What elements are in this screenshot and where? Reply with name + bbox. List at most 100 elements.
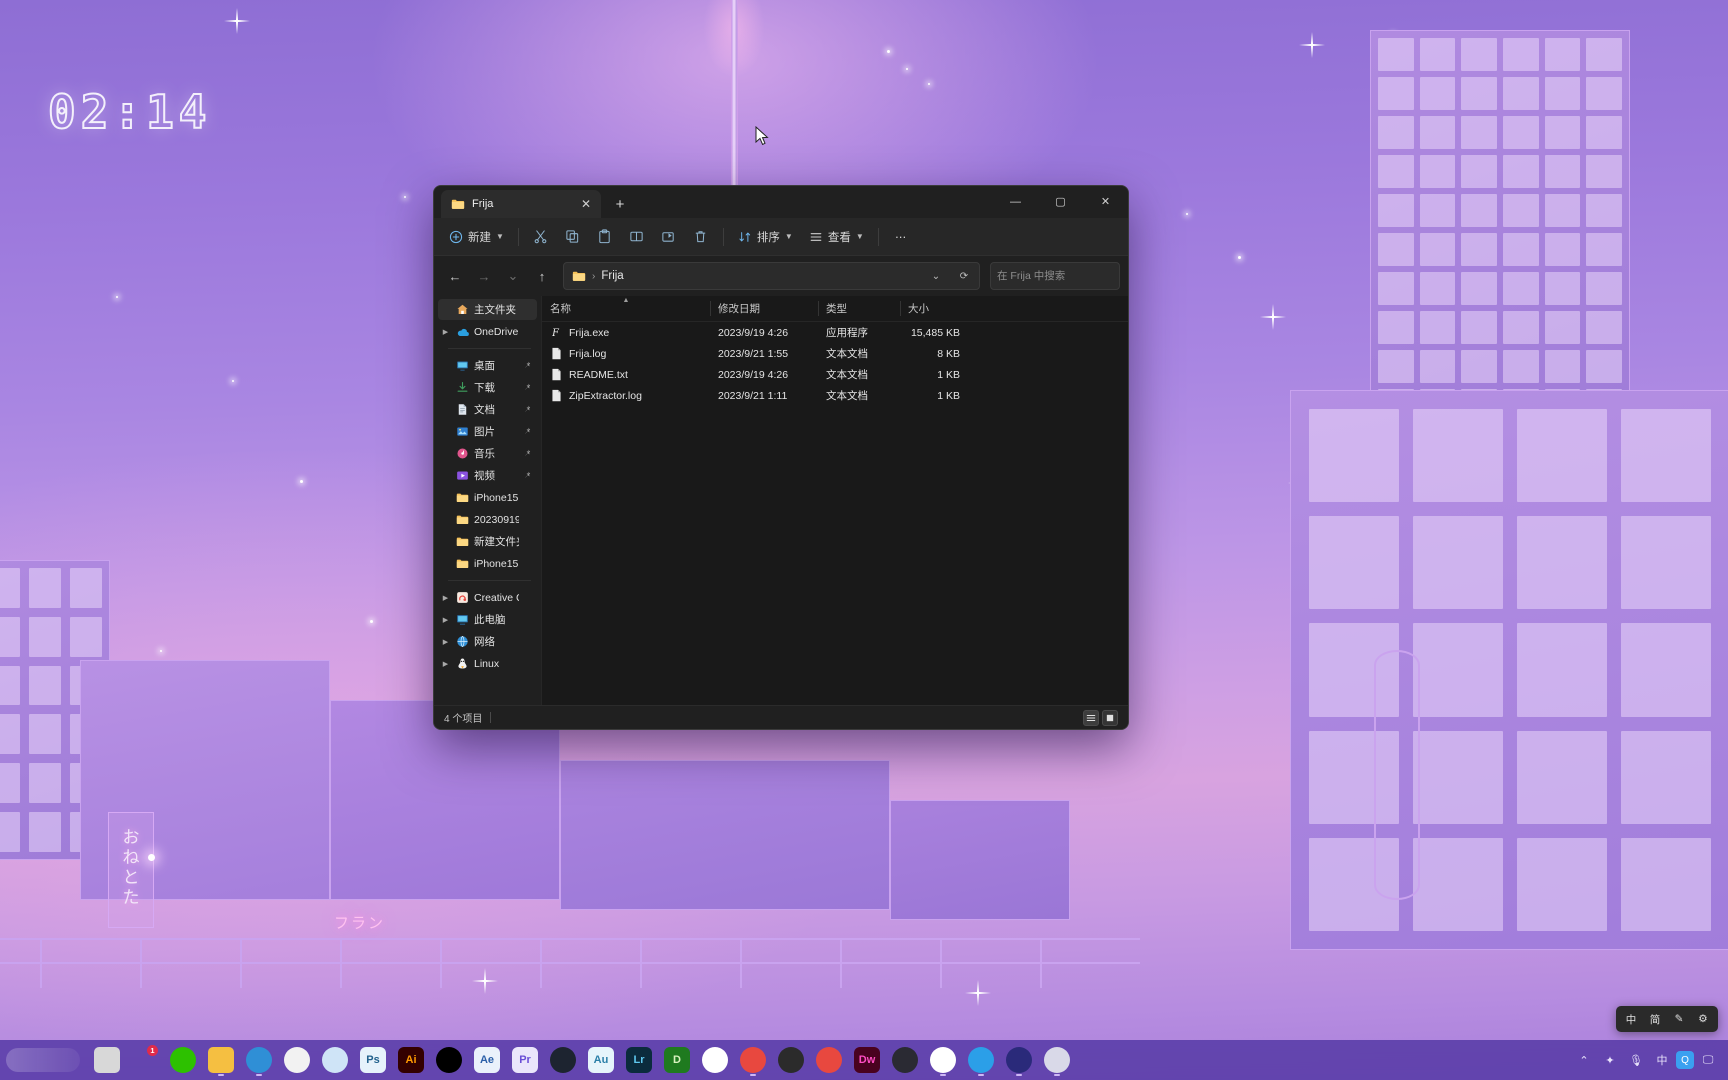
taskbar-app-illustrator[interactable]: Ai [392, 1040, 430, 1080]
sidebar-item-home[interactable]: 主文件夹 [438, 299, 537, 320]
table-row[interactable]: Frija.log 2023/9/21 1:55 文本文档 8 KB [542, 343, 1128, 364]
taskbar-app-weather[interactable]: 1 [126, 1040, 164, 1080]
ime-settings[interactable]: ⚙ [1692, 1009, 1714, 1029]
taskbar-app-photoshop[interactable]: Ps [354, 1040, 392, 1080]
up-button[interactable]: ↑ [529, 263, 555, 289]
sidebar-item-folder[interactable]: iPhone15 Pro [438, 487, 537, 508]
address-dropdown-icon[interactable]: ⌄ [925, 265, 947, 287]
ime-indicator[interactable]: 中 [1650, 1046, 1674, 1074]
delete-button[interactable] [686, 223, 716, 251]
expand-chevron-icon[interactable]: ▶ [440, 616, 451, 624]
sidebar-item-documents[interactable]: 文档 [438, 399, 537, 420]
column-header-size[interactable]: 大小 [900, 296, 968, 321]
taskbar-app-dreamweaver[interactable]: Dw [848, 1040, 886, 1080]
ime-pen[interactable]: ✎ [1668, 1009, 1690, 1029]
new-tab-button[interactable]: + [607, 191, 633, 217]
weather-widget-pill[interactable] [6, 1048, 80, 1072]
microphone-icon[interactable]: 🎙 [1624, 1046, 1648, 1074]
expand-chevron-icon[interactable]: ▶ [440, 594, 451, 602]
column-header-date[interactable]: 修改日期 [710, 296, 818, 321]
taskbar-apps: 1 Ps Ai Ae Pr Au Lr D Dw [88, 1040, 1076, 1080]
more-options-button[interactable]: ⋯ [886, 223, 916, 251]
taskbar-app-app-aperture[interactable] [696, 1040, 734, 1080]
expand-chevron-icon[interactable]: ▶ [440, 660, 451, 668]
sidebar-item-folder[interactable]: 新建文件夹 (2) [438, 531, 537, 552]
taskbar-app-app-red-flame[interactable] [734, 1040, 772, 1080]
close-button[interactable]: ✕ [1083, 186, 1128, 217]
large-icons-view-button[interactable] [1102, 709, 1118, 726]
taskbar-app-settings-gear[interactable] [1038, 1040, 1076, 1080]
sidebar-item-this-pc[interactable]: ▶ 此电脑 [438, 609, 537, 630]
taskbar-app-premiere-pro[interactable]: Pr [506, 1040, 544, 1080]
taskbar-app-dingtalk[interactable]: D [658, 1040, 696, 1080]
sidebar-item-folder[interactable]: 20230919 [438, 509, 537, 530]
recent-locations-button[interactable]: ⌄ [500, 263, 526, 289]
taskbar-app-acrobat-reader[interactable] [810, 1040, 848, 1080]
breadcrumb-frija[interactable]: Frija [601, 270, 623, 282]
paste-button[interactable] [590, 223, 620, 251]
forward-button[interactable]: → [471, 263, 497, 289]
navigation-sidebar[interactable]: 主文件夹 ▶ OneDrive - Perso 桌面下载文档图片音乐视频 iPhone1… [434, 296, 542, 705]
sidebar-item-creative-cloud[interactable]: ▶ Creative Cloud Fil [438, 587, 537, 608]
refresh-icon[interactable]: ⟳ [953, 265, 975, 287]
ime-simplified[interactable]: 简 [1644, 1009, 1666, 1029]
taskbar-app-file-explorer[interactable] [202, 1040, 240, 1080]
table-row[interactable]: ZipExtractor.log 2023/9/21 1:11 文本文档 1 KB [542, 385, 1128, 406]
sidebar-item-videos[interactable]: 视频 [438, 465, 537, 486]
file-list-pane[interactable]: 名称 ▲ 修改日期 类型 大小 F Frija.exe 2023/9/19 4:26… [542, 296, 1128, 705]
taskbar-app-blender[interactable] [772, 1040, 810, 1080]
expand-chevron-icon[interactable]: ▶ [440, 328, 451, 336]
taskbar-app-wechat[interactable] [164, 1040, 202, 1080]
details-view-button[interactable] [1083, 709, 1099, 726]
column-header-name[interactable]: 名称 ▲ [542, 296, 710, 321]
sidebar-item-downloads[interactable]: 下载 [438, 377, 537, 398]
address-bar[interactable]: › Frija ⌄ ⟳ [563, 262, 980, 290]
sort-button[interactable]: 排序 ▼ [731, 223, 800, 251]
cut-button[interactable] [526, 223, 556, 251]
rename-button[interactable] [622, 223, 652, 251]
sidebar-item-folder[interactable]: iPhone15 主图角度 [438, 553, 537, 574]
taskbar-app-audition[interactable]: Au [582, 1040, 620, 1080]
table-row[interactable]: F Frija.exe 2023/9/19 4:26 应用程序 15,485 KB [542, 322, 1128, 343]
tab-close-icon[interactable]: ✕ [577, 195, 595, 213]
taskbar-app-davinci-resolve[interactable] [544, 1040, 582, 1080]
search-tray-icon[interactable]: Q [1676, 1051, 1694, 1069]
show-hidden-icons[interactable]: ⌃ [1572, 1046, 1596, 1074]
copy-button[interactable] [558, 223, 588, 251]
ime-floating-bar[interactable]: 中简 ✎ ⚙ [1616, 1006, 1718, 1032]
dingtalk-icon: D [664, 1047, 690, 1073]
search-box[interactable] [990, 262, 1128, 290]
tab-frija[interactable]: Frija ✕ [441, 190, 601, 218]
view-button[interactable]: 查看 ▼ [802, 223, 871, 251]
share-button[interactable] [654, 223, 684, 251]
table-row[interactable]: README.txt 2023/9/19 4:26 文本文档 1 KB [542, 364, 1128, 385]
sidebar-item-onedrive[interactable]: ▶ OneDrive - Perso [438, 321, 537, 342]
ime-language[interactable]: 中 [1620, 1009, 1642, 1029]
search-input[interactable] [997, 270, 1128, 282]
taskbar-app-task-view[interactable] [88, 1040, 126, 1080]
sidebar-item-music[interactable]: 音乐 [438, 443, 537, 464]
taskbar-app-after-effects[interactable]: Ae [468, 1040, 506, 1080]
bluetooth-icon[interactable]: ✦ [1598, 1046, 1622, 1074]
taskbar-app-app-blue-arrow[interactable] [962, 1040, 1000, 1080]
taskbar-app-app-white-square[interactable] [924, 1040, 962, 1080]
back-button[interactable]: ← [442, 263, 468, 289]
taskbar-app-capcut[interactable] [430, 1040, 468, 1080]
taskbar-app-app-indigo-panel[interactable] [1000, 1040, 1038, 1080]
display-icon[interactable]: 🖵 [1696, 1046, 1720, 1074]
taskbar-app-microsoft-store[interactable] [278, 1040, 316, 1080]
taskbar-app-app-blue-split[interactable] [316, 1040, 354, 1080]
taskbar-widgets-area[interactable] [0, 1040, 88, 1080]
taskbar-app-lightroom[interactable]: Lr [620, 1040, 658, 1080]
sidebar-item-pictures[interactable]: 图片 [438, 421, 537, 442]
maximize-button[interactable]: ▢ [1038, 186, 1083, 217]
sidebar-item-linux[interactable]: ▶ Linux [438, 653, 537, 674]
taskbar-app-app-dark-orb[interactable] [886, 1040, 924, 1080]
new-button[interactable]: 新建 ▼ [442, 223, 511, 251]
taskbar-app-microsoft-edge[interactable] [240, 1040, 278, 1080]
sidebar-item-network[interactable]: ▶ 网络 [438, 631, 537, 652]
column-header-type[interactable]: 类型 [818, 296, 900, 321]
expand-chevron-icon[interactable]: ▶ [440, 638, 451, 646]
minimize-button[interactable]: — [993, 186, 1038, 217]
sidebar-item-desktop[interactable]: 桌面 [438, 355, 537, 376]
